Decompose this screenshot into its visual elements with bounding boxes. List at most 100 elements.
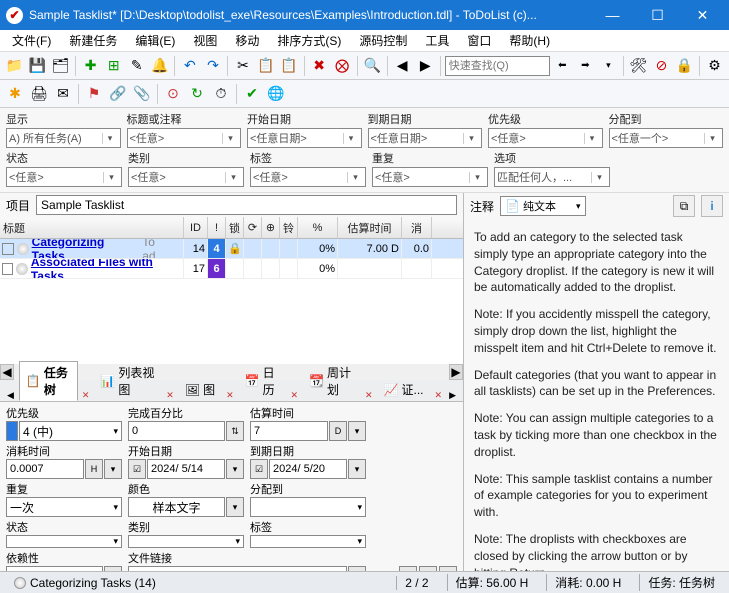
new-subtask-icon[interactable]: ⊞: [103, 55, 124, 77]
col-cons[interactable]: 消: [402, 217, 432, 238]
filter-重复-select[interactable]: <任意>▾: [372, 167, 488, 187]
assigned-select[interactable]: ▾: [250, 497, 366, 517]
project-name-input[interactable]: [36, 195, 457, 215]
menu-newtask[interactable]: 新建任务: [61, 30, 125, 51]
reminder-icon[interactable]: 🔔: [149, 55, 170, 77]
color-sample[interactable]: 样本文字: [128, 497, 225, 517]
find-icon[interactable]: 🔍: [362, 55, 383, 77]
col-pct[interactable]: %: [298, 217, 338, 238]
col-est[interactable]: 估算时间: [338, 217, 402, 238]
edit-icon[interactable]: ✎: [126, 55, 147, 77]
paste-icon[interactable]: 📋: [279, 55, 300, 77]
find-prev-icon[interactable]: ⬅: [552, 55, 573, 77]
settings-icon[interactable]: ⚙: [704, 55, 725, 77]
tab-close-icon[interactable]: ✕: [433, 390, 445, 401]
category-select[interactable]: ▾: [128, 535, 244, 548]
tab-nav-prev[interactable]: ◀: [4, 390, 17, 401]
tab-close-icon[interactable]: ✕: [224, 390, 236, 401]
filter-分配到-select[interactable]: <任意一个>▾: [609, 128, 724, 148]
filter-标题或注释-select[interactable]: <任意>▾: [127, 128, 242, 148]
comments-popout-icon[interactable]: ⧉: [673, 195, 695, 217]
task-row[interactable]: Categorizing Tasks To ad...144🔒0%7.00 D0…: [0, 239, 463, 259]
filter-到期日期-select[interactable]: <任意日期>▾: [368, 128, 483, 148]
undo-icon[interactable]: ↶: [179, 55, 200, 77]
plugin-icon[interactable]: ✱: [4, 83, 26, 105]
menu-tools[interactable]: 工具: [417, 30, 457, 51]
attach-icon[interactable]: 📎: [131, 83, 153, 105]
menu-view[interactable]: 视图: [185, 30, 225, 51]
print-icon[interactable]: 🖨: [28, 83, 50, 105]
filter-类别-select[interactable]: <任意>▾: [128, 167, 244, 187]
prev-icon[interactable]: ◀: [392, 55, 413, 77]
col-remind[interactable]: 铃: [280, 217, 298, 238]
start-check[interactable]: ☑: [128, 459, 146, 479]
save-all-icon[interactable]: 🗂: [50, 55, 71, 77]
tools-icon[interactable]: 🛠: [628, 55, 649, 77]
filter-显示-select[interactable]: A) 所有任务(A)▾: [6, 128, 121, 148]
comments-body[interactable]: To add an category to the selected task …: [464, 219, 729, 571]
color-dd[interactable]: ▾: [226, 497, 244, 517]
target-icon[interactable]: ⊙: [162, 83, 184, 105]
consumed-unit[interactable]: H: [85, 459, 103, 479]
minimize-button[interactable]: —: [590, 0, 635, 30]
comments-info-icon[interactable]: i: [701, 195, 723, 217]
filter-开始日期-select[interactable]: <任意日期>▾: [247, 128, 362, 148]
timer-icon[interactable]: ⏱: [210, 83, 232, 105]
est-input[interactable]: [250, 421, 328, 441]
due-date-input[interactable]: [269, 459, 347, 479]
cancel-icon[interactable]: ⊘: [651, 55, 672, 77]
col-priority[interactable]: !: [208, 217, 226, 238]
new-task-icon[interactable]: ✚: [80, 55, 101, 77]
start-dd[interactable]: ▾: [226, 459, 244, 479]
col-title[interactable]: 标题: [0, 217, 184, 238]
col-lock[interactable]: 锁: [226, 217, 244, 238]
task-row[interactable]: Associated Files with Tasks1760%: [0, 259, 463, 279]
link-icon[interactable]: 🔗: [107, 83, 129, 105]
menu-file[interactable]: 文件(F): [4, 30, 59, 51]
due-check[interactable]: ☑: [250, 459, 268, 479]
close-button[interactable]: ✕: [680, 0, 725, 30]
tab-close-icon[interactable]: ✕: [363, 390, 375, 401]
menu-sort[interactable]: 排序方式(S): [269, 30, 349, 51]
quick-find-input[interactable]: [445, 56, 550, 76]
menu-source[interactable]: 源码控制: [351, 30, 415, 51]
due-dd[interactable]: ▾: [348, 459, 366, 479]
priority-select[interactable]: 4 (中)▾: [19, 421, 122, 441]
delete-all-icon[interactable]: ⨂: [332, 55, 353, 77]
col-id[interactable]: ID: [184, 217, 208, 238]
tags-select[interactable]: ▾: [250, 535, 366, 548]
tab-close-icon[interactable]: ✕: [80, 390, 92, 401]
filter-标签-select[interactable]: <任意>▾: [250, 167, 366, 187]
redo-icon[interactable]: ↷: [202, 55, 223, 77]
filter-选项-select[interactable]: 匹配任何人，...▾: [494, 167, 610, 187]
cut-icon[interactable]: ✂: [232, 55, 253, 77]
pct-spinner[interactable]: ⇅: [226, 421, 244, 441]
comments-format-select[interactable]: 📄 纯文本▾: [500, 196, 586, 216]
refresh-icon[interactable]: ↻: [186, 83, 208, 105]
find-dropdown-icon[interactable]: ▾: [598, 55, 619, 77]
web-icon[interactable]: 🌐: [265, 83, 287, 105]
delete-icon[interactable]: ✖: [309, 55, 330, 77]
copy-icon[interactable]: 📋: [255, 55, 276, 77]
menu-move[interactable]: 移动: [227, 30, 267, 51]
filter-状态-select[interactable]: <任意>▾: [6, 167, 122, 187]
lock-icon[interactable]: 🔒: [674, 55, 695, 77]
maximize-button[interactable]: ☐: [635, 0, 680, 30]
grid-scrollbar[interactable]: ◀▶: [0, 364, 463, 380]
email-icon[interactable]: ✉: [52, 83, 74, 105]
est-unit[interactable]: D: [329, 421, 347, 441]
tab-图[interactable]: 🖼图: [178, 378, 222, 401]
repeat-select[interactable]: 一次▾: [6, 497, 122, 517]
tab-close-icon[interactable]: ✕: [289, 390, 301, 401]
tab-nav-next[interactable]: ▶: [446, 390, 459, 401]
save-icon[interactable]: 💾: [27, 55, 48, 77]
col-depend[interactable]: ⊕: [262, 217, 280, 238]
est-dd[interactable]: ▾: [348, 421, 366, 441]
menu-window[interactable]: 窗口: [459, 30, 499, 51]
consumed-input[interactable]: [6, 459, 84, 479]
check-icon[interactable]: ✔: [241, 83, 263, 105]
col-recur[interactable]: ⟳: [244, 217, 262, 238]
tab-证...[interactable]: 📈证...: [377, 378, 431, 401]
menu-help[interactable]: 帮助(H): [501, 30, 558, 51]
flag-icon[interactable]: ⚑: [83, 83, 105, 105]
